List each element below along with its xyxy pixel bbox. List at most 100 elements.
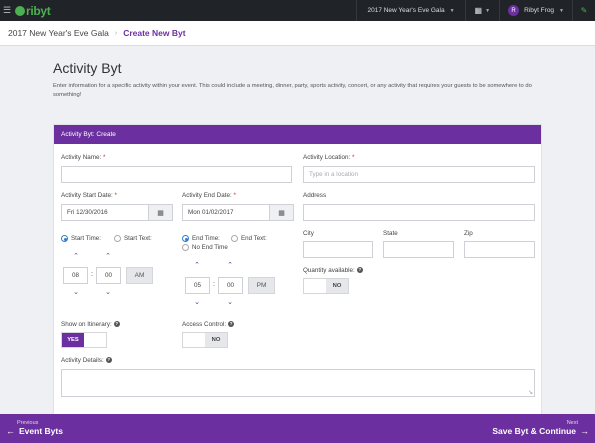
activity-form-panel: Activity Byt: Create Activity Name: * Ac…: [53, 124, 542, 416]
address-input[interactable]: [303, 204, 535, 221]
toggle-state: YES: [62, 333, 84, 347]
resize-handle-icon[interactable]: ↘: [528, 389, 533, 396]
start-minute-input[interactable]: 00: [96, 267, 121, 284]
start-text-radio[interactable]: Start Text:: [114, 235, 152, 242]
start-time-radio-label: Start Time:: [71, 235, 101, 242]
calendar-icon[interactable]: ▦: [149, 204, 173, 221]
calendar-icon[interactable]: ▦: [270, 204, 294, 221]
end-minute-input[interactable]: 00: [218, 277, 243, 294]
no-end-time-radio[interactable]: No End Time: [182, 244, 228, 251]
quantity-label: Quantity available:?: [303, 267, 363, 274]
no-end-time-radio-label: No End Time: [192, 244, 228, 251]
chevron-down-icon: ▼: [559, 7, 564, 14]
activity-name-input[interactable]: [61, 166, 292, 183]
event-switcher-label: 2017 New Year's Eve Gala: [367, 7, 445, 14]
user-menu[interactable]: R Ribyt Frog ▼: [500, 0, 573, 21]
activity-location-label: Activity Location: *: [303, 154, 355, 161]
radio-selected-icon: [182, 235, 189, 242]
itinerary-label: Show on Itinerary:?: [61, 321, 120, 328]
activity-location-input[interactable]: Type in a location: [303, 166, 535, 183]
start-minute-up-chevron-icon[interactable]: ⌃: [103, 252, 113, 260]
city-input[interactable]: [303, 241, 373, 258]
breadcrumb-parent[interactable]: 2017 New Year's Eve Gala: [8, 28, 109, 38]
end-text-radio[interactable]: End Text:: [231, 235, 267, 242]
toggle-state: NO: [326, 279, 348, 293]
page-intro: Enter information for a specific activit…: [53, 83, 532, 98]
save-continue-button[interactable]: Next Save Byt & Continue →: [492, 420, 589, 436]
breadcrumb-current: Create New Byt: [123, 28, 186, 38]
help-icon[interactable]: ?: [113, 321, 120, 328]
toggle-off-track: [183, 333, 205, 347]
wizard-nav: Previous ← Event Byts Next Save Byt & Con…: [0, 414, 595, 443]
start-ampm-toggle[interactable]: AM: [126, 267, 153, 284]
top-navbar: ☰ ribyt 2017 New Year's Eve Gala ▼ ▦ ▼ R…: [0, 0, 595, 21]
quantity-toggle[interactable]: NO: [303, 278, 349, 294]
zip-input[interactable]: [464, 241, 535, 258]
toggle-off-track: [84, 333, 106, 347]
end-date-input[interactable]: Mon 01/02/2017: [182, 204, 270, 221]
end-text-radio-label: End Text:: [241, 235, 267, 242]
access-control-toggle[interactable]: NO: [182, 332, 228, 348]
breadcrumb: 2017 New Year's Eve Gala › Create New By…: [0, 21, 595, 46]
address-label: Address: [303, 192, 327, 199]
time-separator: :: [91, 271, 93, 278]
radio-icon: [231, 235, 238, 242]
end-ampm-toggle[interactable]: PM: [248, 277, 275, 294]
help-icon[interactable]: ?: [356, 267, 363, 274]
start-hour-input[interactable]: 08: [63, 267, 88, 284]
event-switcher[interactable]: 2017 New Year's Eve Gala ▼: [356, 0, 466, 21]
end-minute-down-chevron-icon[interactable]: ⌄: [225, 298, 235, 306]
chevron-down-icon: ▼: [449, 7, 455, 14]
menu-icon[interactable]: ☰: [0, 0, 14, 21]
radio-icon: [182, 244, 189, 251]
city-label: City: [303, 230, 314, 237]
breadcrumb-separator-icon: ›: [114, 29, 118, 37]
next-label: Save Byt & Continue: [492, 426, 576, 436]
apps-menu[interactable]: ▦ ▼: [466, 0, 501, 21]
logo-text: ribyt: [26, 3, 51, 18]
end-time-radio[interactable]: End Time:: [182, 235, 220, 242]
toggle-state: NO: [205, 333, 227, 347]
avatar: R: [508, 5, 520, 16]
start-hour-up-chevron-icon[interactable]: ⌃: [71, 252, 81, 260]
previous-label: Event Byts: [19, 426, 63, 436]
end-hour-down-chevron-icon[interactable]: ⌄: [192, 298, 202, 306]
start-minute-down-chevron-icon[interactable]: ⌄: [103, 288, 113, 296]
activity-details-textarea[interactable]: ↘: [61, 369, 535, 397]
link-icon[interactable]: ✎: [573, 0, 595, 21]
itinerary-toggle[interactable]: YES: [61, 332, 107, 348]
state-input[interactable]: [383, 241, 454, 258]
help-icon[interactable]: ?: [105, 357, 112, 364]
help-icon[interactable]: ?: [228, 321, 235, 328]
state-label: State: [383, 230, 398, 237]
start-time-radio[interactable]: Start Time:: [61, 235, 101, 242]
page-title: Activity Byt: [53, 60, 122, 76]
activity-details-label: Activity Details:?: [61, 357, 112, 364]
start-text-radio-label: Start Text:: [124, 235, 152, 242]
arrow-right-icon: →: [580, 426, 589, 436]
logo-icon: [15, 5, 25, 16]
end-time-radio-label: End Time:: [192, 235, 220, 242]
end-hour-input[interactable]: 05: [185, 277, 210, 294]
radio-selected-icon: [61, 235, 68, 242]
previous-button[interactable]: Previous ← Event Byts: [6, 420, 63, 436]
radio-icon: [114, 235, 121, 242]
toggle-off-track: [304, 279, 326, 293]
end-minute-up-chevron-icon[interactable]: ⌃: [225, 261, 235, 269]
start-date-input[interactable]: Fri 12/30/2016: [61, 204, 149, 221]
arrow-left-icon: ←: [6, 426, 15, 436]
access-control-label: Access Control:?: [182, 321, 235, 328]
start-date-label: Activity Start Date: *: [61, 192, 117, 199]
end-hour-up-chevron-icon[interactable]: ⌃: [192, 261, 202, 269]
zip-label: Zip: [464, 230, 473, 237]
chevron-down-icon: ▼: [485, 7, 491, 14]
grid-icon: ▦: [474, 6, 483, 15]
user-name: Ribyt Frog: [524, 7, 555, 14]
time-separator: :: [213, 281, 215, 288]
activity-location-placeholder: Type in a location: [309, 171, 359, 178]
start-hour-down-chevron-icon[interactable]: ⌄: [71, 288, 81, 296]
panel-header: Activity Byt: Create: [54, 125, 541, 144]
logo[interactable]: ribyt: [15, 4, 51, 18]
end-date-label: Activity End Date: *: [182, 192, 236, 199]
activity-name-label: Activity Name: *: [61, 154, 106, 161]
